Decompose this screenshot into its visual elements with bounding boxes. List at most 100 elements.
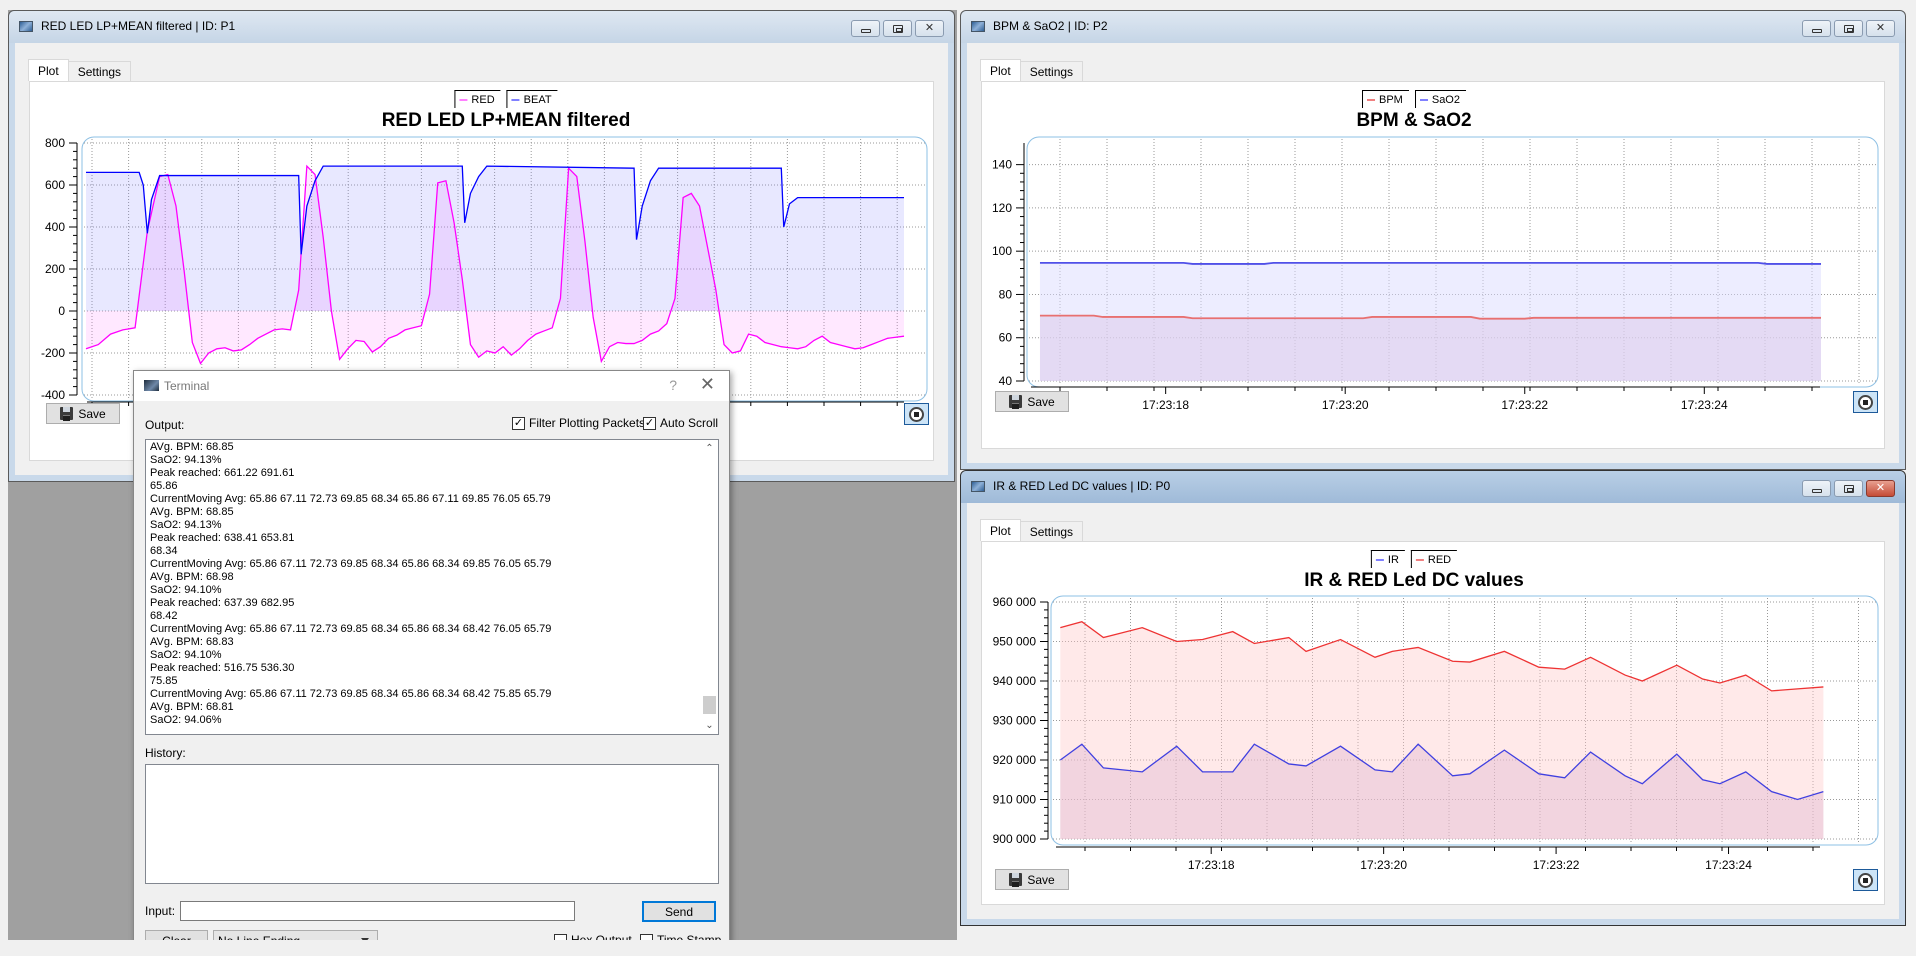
checkbox-checked-icon: ✓ [643, 416, 656, 430]
y-tick-label: 140 [992, 158, 1012, 172]
output-line: Peak reached: 661.22 691.61 [150, 467, 295, 479]
minimize-icon [1811, 488, 1822, 493]
terminal-title: Terminal [164, 379, 210, 393]
close-button[interactable]: ✕ [700, 374, 715, 395]
restore-icon [892, 24, 903, 33]
record-toggle-button[interactable] [904, 403, 929, 425]
y-tick-label: 200 [45, 262, 65, 276]
x-tick-label: 17:23:24 [1681, 398, 1728, 412]
minimize-button[interactable] [1802, 20, 1831, 37]
window-titlebar[interactable]: IR & RED Led DC values | ID: P0 ✕ [961, 471, 1905, 503]
y-tick-label: 0 [58, 304, 65, 318]
tab-settings[interactable]: Settings [1019, 61, 1084, 81]
close-button[interactable]: ✕ [1866, 480, 1895, 497]
tab-plot[interactable]: Plot [980, 519, 1021, 541]
output-line: CurrentMoving Avg: 65.86 67.11 72.73 69.… [150, 623, 552, 635]
tab-plot[interactable]: Plot [28, 59, 69, 81]
scroll-down-icon[interactable]: ⌄ [701, 717, 718, 734]
maximize-button[interactable] [1834, 20, 1863, 37]
y-tick-label: -200 [41, 346, 65, 360]
save-button[interactable]: Save [46, 403, 120, 424]
y-tick-label: 600 [45, 178, 65, 192]
help-button[interactable]: ? [669, 377, 677, 393]
close-icon: ✕ [1875, 482, 1886, 494]
output-line: CurrentMoving Avg: 65.86 67.11 72.73 69.… [150, 493, 551, 505]
y-tick-label: 900 000 [993, 832, 1037, 846]
output-line: AVg. BPM: 68.83 [150, 636, 234, 648]
output-scrollbar[interactable]: ⌃ ⌄ [701, 440, 718, 734]
output-line: Peak reached: 637.39 682.95 [150, 597, 295, 609]
output-label: Output: [145, 418, 185, 432]
send-button[interactable]: Send [642, 901, 716, 922]
plot-panel: IR RED IR & RED Led DC values 900 000 910… [981, 541, 1885, 905]
output-line: SaO2: 94.06% [150, 714, 222, 726]
x-tick-label: 17:23:22 [1533, 858, 1580, 872]
window-titlebar[interactable]: RED LED LP+MEAN filtered | ID: P1 ✕ [9, 11, 954, 43]
close-button[interactable]: ✕ [915, 20, 944, 37]
plot-panel: BPM SaO2 BPM & SaO2 40 60 80 100 120 140 17:23… [981, 81, 1885, 449]
input-label: Input: [145, 904, 176, 918]
output-line: AVg. BPM: 68.98 [150, 571, 234, 583]
save-label: Save [1027, 394, 1055, 409]
scroll-thumb[interactable] [703, 696, 716, 714]
y-tick-label: 40 [999, 374, 1013, 388]
y-tick-label: -400 [41, 388, 65, 402]
output-line: 65.86 [150, 480, 178, 492]
y-tick-label: 910 000 [993, 793, 1037, 807]
minimize-icon [860, 28, 871, 33]
terminal-icon [144, 380, 159, 391]
command-input[interactable] [180, 901, 575, 921]
y-tick-label: 400 [45, 220, 65, 234]
window-titlebar[interactable]: BPM & SaO2 | ID: P2 ✕ [961, 11, 1905, 43]
floppy-disk-icon [60, 407, 74, 421]
y-tick-label: 100 [992, 244, 1012, 258]
minimize-button[interactable] [1802, 480, 1831, 497]
save-button[interactable]: Save [995, 391, 1069, 412]
output-line: SaO2: 94.13% [150, 519, 222, 531]
auto-scroll-checkbox[interactable]: ✓ Auto Scroll [643, 416, 718, 430]
x-tick-label: 17:23:20 [1322, 398, 1369, 412]
output-line: AVg. BPM: 68.85 [150, 441, 234, 453]
plot-app-icon [19, 21, 33, 32]
close-button[interactable]: ✕ [1866, 20, 1895, 37]
record-toggle-button[interactable] [1853, 391, 1878, 413]
save-button[interactable]: Save [995, 869, 1069, 890]
history-list[interactable] [145, 764, 719, 884]
minimize-icon [1811, 28, 1822, 33]
window-title: BPM & SaO2 | ID: P2 [993, 19, 1108, 33]
tab-settings[interactable]: Settings [67, 61, 132, 81]
output-line: Peak reached: 638.41 653.81 [150, 532, 295, 544]
output-line: SaO2: 94.10% [150, 649, 222, 661]
tab-settings[interactable]: Settings [1019, 521, 1084, 541]
x-tick-label: 17:23:22 [1501, 398, 1548, 412]
x-tick-label: 17:23:18 [1188, 858, 1235, 872]
tab-plot[interactable]: Plot [980, 59, 1021, 81]
output-line: Peak reached: 516.75 536.30 [150, 662, 295, 674]
restore-icon [1843, 484, 1854, 493]
terminal-titlebar[interactable]: Terminal ? ✕ [134, 371, 729, 401]
output-textarea[interactable]: AVg. BPM: 68.85 SaO2: 94.13% Peak reached:… [145, 439, 719, 735]
scroll-up-icon[interactable]: ⌃ [701, 440, 718, 457]
status-strip [0, 940, 1916, 956]
chart-p0[interactable]: 900 000 910 000 920 000 930 000 940 000 950 0… [982, 542, 1898, 912]
window-title: RED LED LP+MEAN filtered | ID: P1 [41, 19, 236, 33]
output-line: 68.34 [150, 545, 178, 557]
output-line: CurrentMoving Avg: 65.86 67.11 72.73 69.… [150, 558, 552, 570]
maximize-button[interactable] [883, 20, 912, 37]
window-title: IR & RED Led DC values | ID: P0 [993, 479, 1171, 493]
record-toggle-button[interactable] [1853, 869, 1878, 891]
minimize-button[interactable] [851, 20, 880, 37]
plot-window-p2: BPM & SaO2 | ID: P2 ✕ Plot Settings BPM … [960, 10, 1906, 470]
filter-plotting-packets-checkbox[interactable]: ✓ Filter Plotting Packets [512, 416, 645, 430]
output-line: CurrentMoving Avg: 65.86 67.11 72.73 69.… [150, 688, 552, 700]
x-tick-label: 17:23:18 [1142, 398, 1189, 412]
y-tick-label: 940 000 [993, 674, 1037, 688]
history-label: History: [145, 746, 186, 760]
chart-p2[interactable]: 40 60 80 100 120 140 17:23:18 17:23:20 17:23:22 1… [982, 82, 1898, 452]
record-icon [1858, 872, 1873, 888]
plot-app-icon [971, 481, 985, 492]
plot-app-icon [971, 21, 985, 32]
maximize-button[interactable] [1834, 480, 1863, 497]
y-tick-label: 930 000 [993, 714, 1037, 728]
series-fill-sao2 [1039, 262, 1821, 381]
